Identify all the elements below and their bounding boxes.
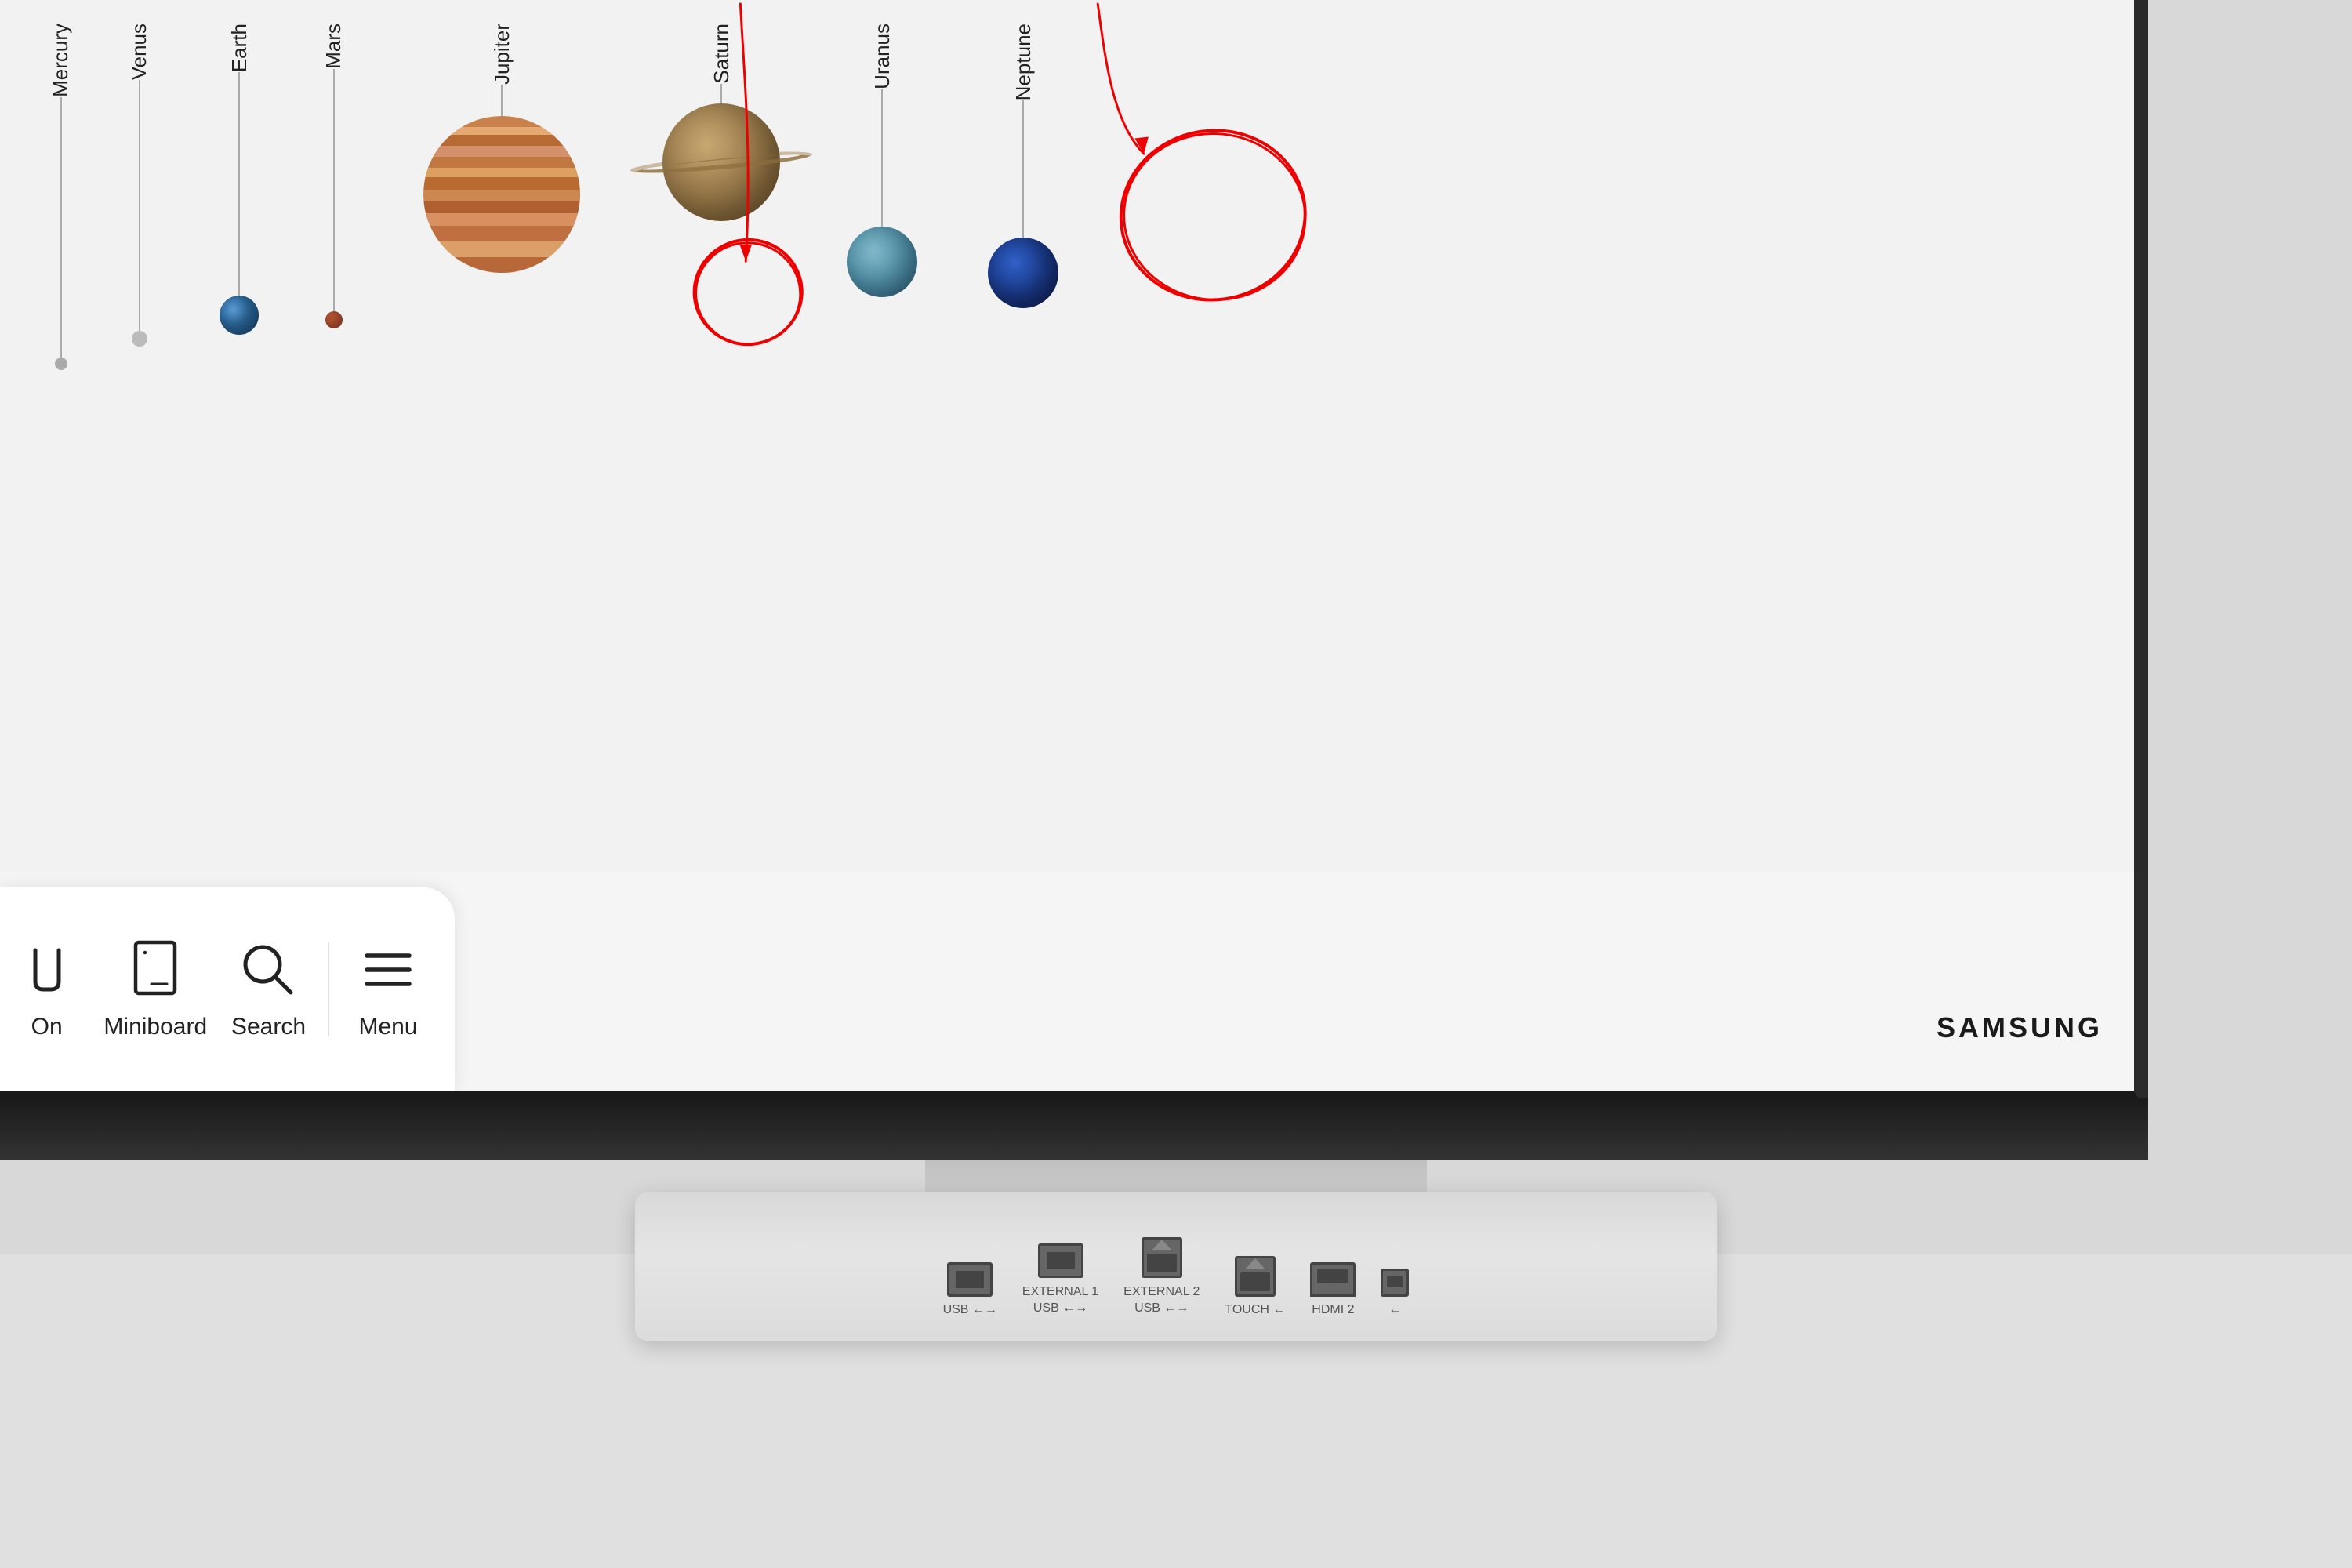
- monitor-stand-area: USB ←→ EXTERNAL 1USB ←→ EXTERNAL 2USB ←→: [0, 1160, 2352, 1568]
- external1-port-label: EXTERNAL 1USB ←→: [1022, 1284, 1098, 1317]
- mars-line: [333, 69, 335, 320]
- touch-port-icon: [1235, 1256, 1276, 1297]
- samsung-logo: SAMSUNG: [1936, 1011, 2103, 1044]
- neptune-column: Neptune: [988, 24, 1058, 308]
- toolbar: On Miniboard Search: [0, 887, 455, 1091]
- miniboard-icon: [124, 938, 187, 1001]
- earth-column: Earth: [220, 24, 259, 335]
- menu-button[interactable]: Menu: [337, 923, 439, 1056]
- mars-label: Mars: [321, 24, 346, 69]
- miniboard-label: Miniboard: [103, 1014, 207, 1040]
- venus-column: Venus: [127, 24, 151, 347]
- venus-line: [139, 80, 140, 339]
- stand-base: USB ←→ EXTERNAL 1USB ←→ EXTERNAL 2USB ←→: [635, 1192, 1717, 1341]
- touch-port-label: TOUCH ←: [1225, 1303, 1285, 1317]
- monitor-bottom-bezel: [0, 1098, 2148, 1160]
- micro-port-label: ←: [1388, 1303, 1401, 1317]
- port-external2: EXTERNAL 2USB ←→: [1123, 1237, 1200, 1317]
- jupiter-column: Jupiter: [423, 24, 580, 273]
- on-button[interactable]: On: [16, 923, 93, 1056]
- port-touch: TOUCH ←: [1225, 1256, 1285, 1317]
- menu-icon: [357, 938, 419, 1001]
- power-icon: [16, 938, 78, 1001]
- jupiter-planet: [423, 116, 580, 273]
- uranus-column: Uranus: [847, 24, 917, 297]
- miniboard-button[interactable]: Miniboard: [93, 923, 217, 1056]
- screen: Mercury Venus Earth Mars Jupiter: [0, 0, 2148, 1113]
- neptune-label: Neptune: [1011, 24, 1036, 100]
- mercury-label: Mercury: [49, 24, 73, 97]
- on-label: On: [31, 1014, 63, 1040]
- search-icon: [237, 938, 299, 1001]
- external1-port-icon: [1038, 1243, 1083, 1278]
- mars-column: Mars: [321, 24, 346, 328]
- saturn-system: [627, 84, 815, 241]
- uranus-label: Uranus: [870, 24, 895, 89]
- uranus-planet: [847, 227, 917, 297]
- search-button[interactable]: Search: [217, 923, 320, 1056]
- hdmi2-port-label: HDMI 2: [1312, 1303, 1354, 1317]
- menu-label: Menu: [358, 1014, 417, 1040]
- saturn-column: Saturn: [627, 24, 815, 241]
- ports-row: USB ←→ EXTERNAL 1USB ←→ EXTERNAL 2USB ←→: [823, 1237, 1529, 1317]
- jupiter-label: Jupiter: [490, 24, 514, 85]
- neptune-planet: [988, 238, 1058, 308]
- mercury-planet: [55, 358, 67, 370]
- venus-label: Venus: [127, 24, 151, 80]
- search-label: Search: [231, 1014, 306, 1040]
- hdmi2-port-icon: [1310, 1262, 1356, 1297]
- port-usb: USB ←→: [943, 1262, 997, 1317]
- external2-port-icon: [1142, 1237, 1182, 1278]
- earth-planet: [220, 296, 259, 335]
- venus-planet: [132, 331, 147, 347]
- port-external1: EXTERNAL 1USB ←→: [1022, 1243, 1098, 1317]
- toolbar-divider: [328, 942, 329, 1036]
- mercury-line: [60, 97, 62, 364]
- external2-port-label: EXTERNAL 2USB ←→: [1123, 1284, 1200, 1317]
- port-hdmi2: HDMI 2: [1310, 1262, 1356, 1317]
- port-micro: ←: [1381, 1269, 1409, 1317]
- mercury-column: Mercury: [49, 24, 73, 370]
- mars-planet: [325, 311, 343, 328]
- micro-port-icon: [1381, 1269, 1409, 1297]
- usb-port-icon: [947, 1262, 993, 1297]
- earth-line: [238, 72, 240, 315]
- saturn-label: Saturn: [710, 24, 734, 84]
- earth-label: Earth: [227, 24, 252, 72]
- usb-port-label: USB ←→: [943, 1303, 997, 1317]
